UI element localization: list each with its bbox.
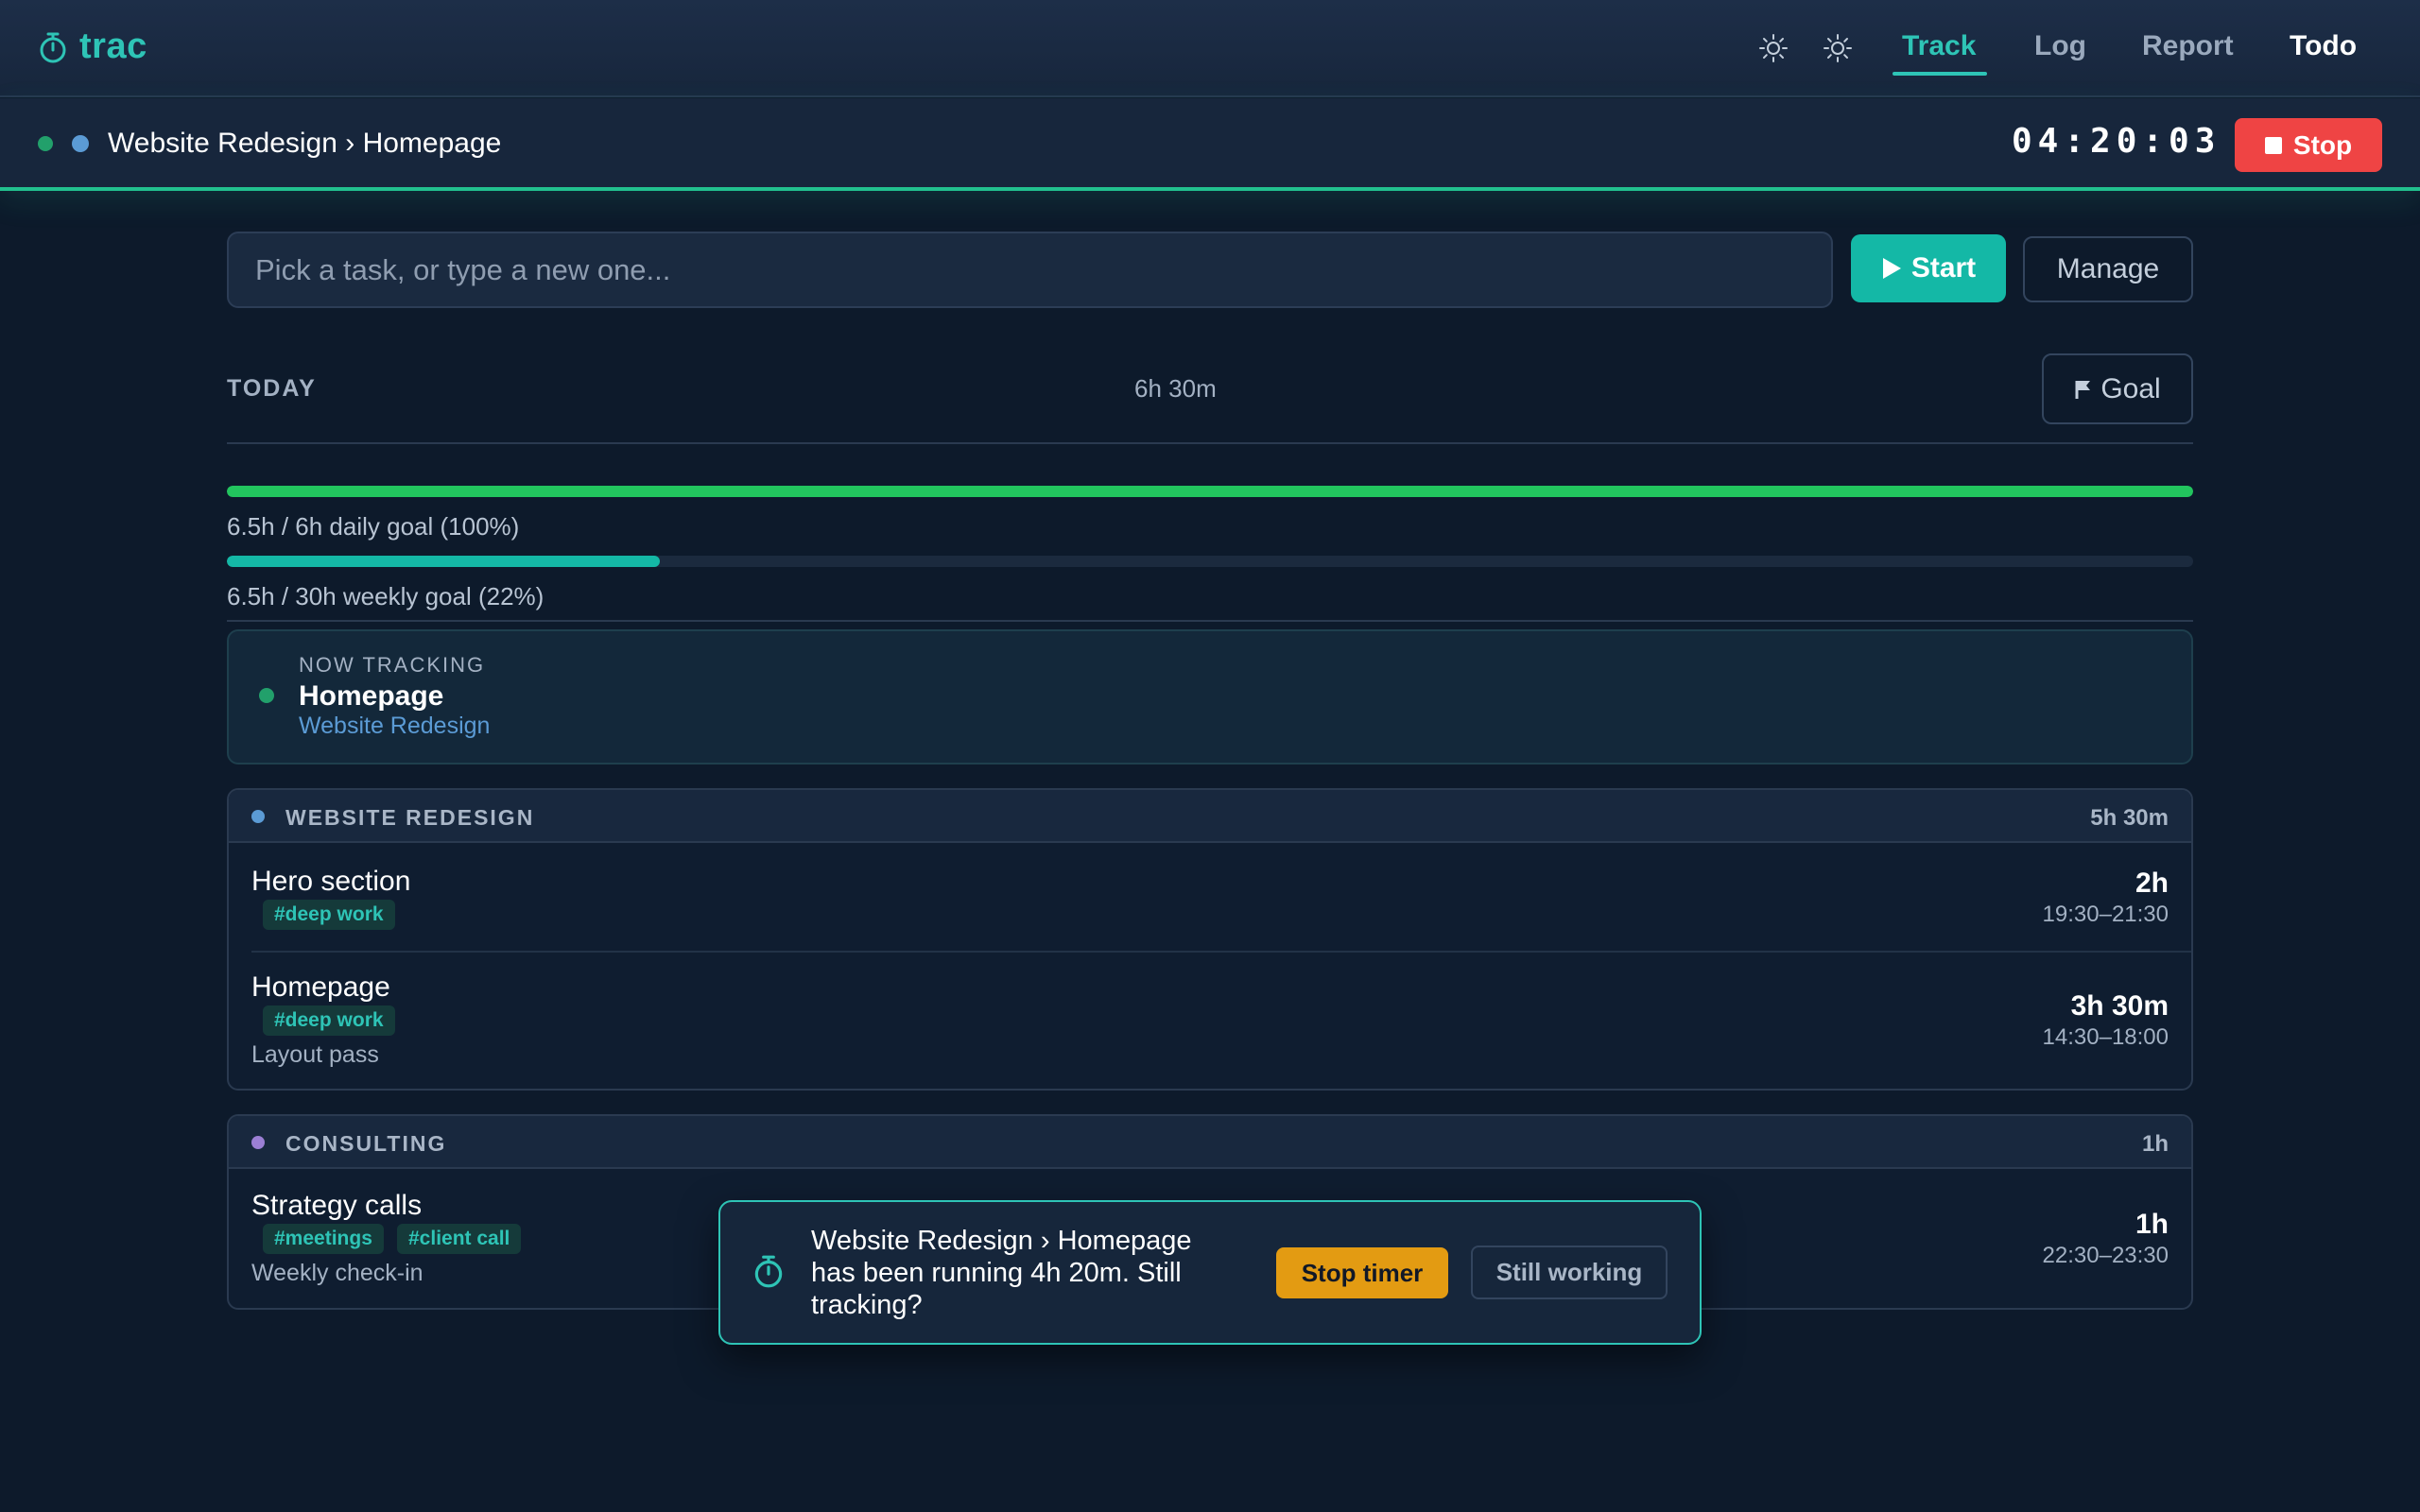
project-color-dot: [72, 135, 89, 152]
stopwatch-icon: [754, 1255, 783, 1288]
divider: [227, 442, 2193, 444]
divider: [251, 951, 2191, 953]
now-tracking-dot: [259, 688, 274, 703]
now-tracking-task: Homepage: [299, 680, 444, 712]
flag-icon: [2075, 380, 2091, 399]
task-input[interactable]: [227, 232, 1833, 308]
group-header[interactable]: WEBSITE REDESIGN 5h 30m: [229, 790, 2191, 843]
group-name: CONSULTING: [285, 1131, 447, 1156]
entry-duration: 1h: [2135, 1209, 2169, 1240]
tag[interactable]: #deep work: [263, 900, 395, 930]
project-group-website-redesign: WEBSITE REDESIGN 5h 30m Hero section #de…: [227, 788, 2193, 1091]
play-icon: [1882, 258, 1901, 279]
today-total: 6h 30m: [1134, 374, 1217, 403]
daily-goal-progress-fill: [227, 486, 2193, 497]
weekly-goal-progress-fill: [227, 556, 660, 567]
stop-button[interactable]: Stop: [2235, 118, 2382, 172]
goal-button[interactable]: Goal: [2042, 353, 2193, 424]
weekly-goal-label: 6.5h / 30h weekly goal (22%): [227, 582, 544, 610]
entry-duration: 2h: [2135, 868, 2169, 899]
tag[interactable]: #deep work: [263, 1005, 395, 1036]
now-tracking-label: NOW TRACKING: [299, 653, 486, 677]
entry-title: Homepage: [251, 971, 390, 1003]
entry-note: Weekly check-in: [251, 1260, 424, 1286]
stop-button-label: Stop: [2292, 129, 2353, 160]
daily-goal-label: 6.5h / 6h daily goal (100%): [227, 512, 520, 541]
goal-button-label: Goal: [2100, 372, 2161, 404]
brand[interactable]: trac: [38, 26, 147, 67]
nav-active-indicator: [1893, 72, 1987, 76]
entry-time-range: 14:30–18:00: [2042, 1024, 2169, 1050]
stopwatch-icon: [40, 32, 66, 62]
stop-timer-button[interactable]: Stop timer: [1276, 1247, 1448, 1298]
entry-duration: 3h 30m: [2070, 990, 2169, 1022]
tag[interactable]: #meetings: [263, 1224, 384, 1254]
tag[interactable]: #client call: [397, 1224, 522, 1254]
running-status-dot: [38, 136, 53, 151]
entry-time-range: 22:30–23:30: [2042, 1243, 2169, 1268]
still-working-button[interactable]: Still working: [1471, 1246, 1668, 1299]
toast-message: Website Redesign › Homepage has been run…: [811, 1226, 1192, 1320]
daily-goal-progress: [227, 486, 2193, 497]
nav-report[interactable]: Report: [2142, 30, 2234, 62]
group-total: 1h: [2141, 1131, 2169, 1157]
project-color-dot: [251, 810, 265, 823]
nav-log[interactable]: Log: [2034, 30, 2086, 62]
app-name: trac: [79, 26, 147, 66]
active-task-title: Website Redesign › Homepage: [108, 128, 502, 159]
group-name: WEBSITE REDESIGN: [285, 805, 535, 830]
entry-note: Layout pass: [251, 1041, 379, 1068]
nav-track[interactable]: Track: [1902, 30, 1976, 62]
divider: [227, 620, 2193, 622]
start-button[interactable]: Start: [1851, 234, 2006, 302]
entry-title: Hero section: [251, 866, 411, 897]
nav-todo[interactable]: Todo: [2290, 30, 2357, 62]
now-tracking-project[interactable]: Website Redesign: [299, 713, 490, 740]
elapsed-timer: 04:20:03: [2012, 122, 2221, 161]
sun-icon[interactable]: [1823, 33, 1853, 63]
group-header[interactable]: CONSULTING 1h: [229, 1116, 2191, 1169]
today-label: TODAY: [227, 375, 317, 402]
weekly-goal-progress: [227, 556, 2193, 567]
group-total: 5h 30m: [2090, 805, 2169, 831]
start-button-label: Start: [1910, 252, 1977, 284]
entry-time-range: 19:30–21:30: [2042, 902, 2169, 927]
manage-button[interactable]: Manage: [2023, 236, 2193, 302]
entry-title: Strategy calls: [251, 1190, 423, 1221]
stop-icon: [2264, 136, 2282, 154]
now-tracking-card[interactable]: [227, 629, 2193, 765]
sun-icon[interactable]: [1758, 33, 1789, 63]
project-color-dot: [251, 1136, 265, 1149]
